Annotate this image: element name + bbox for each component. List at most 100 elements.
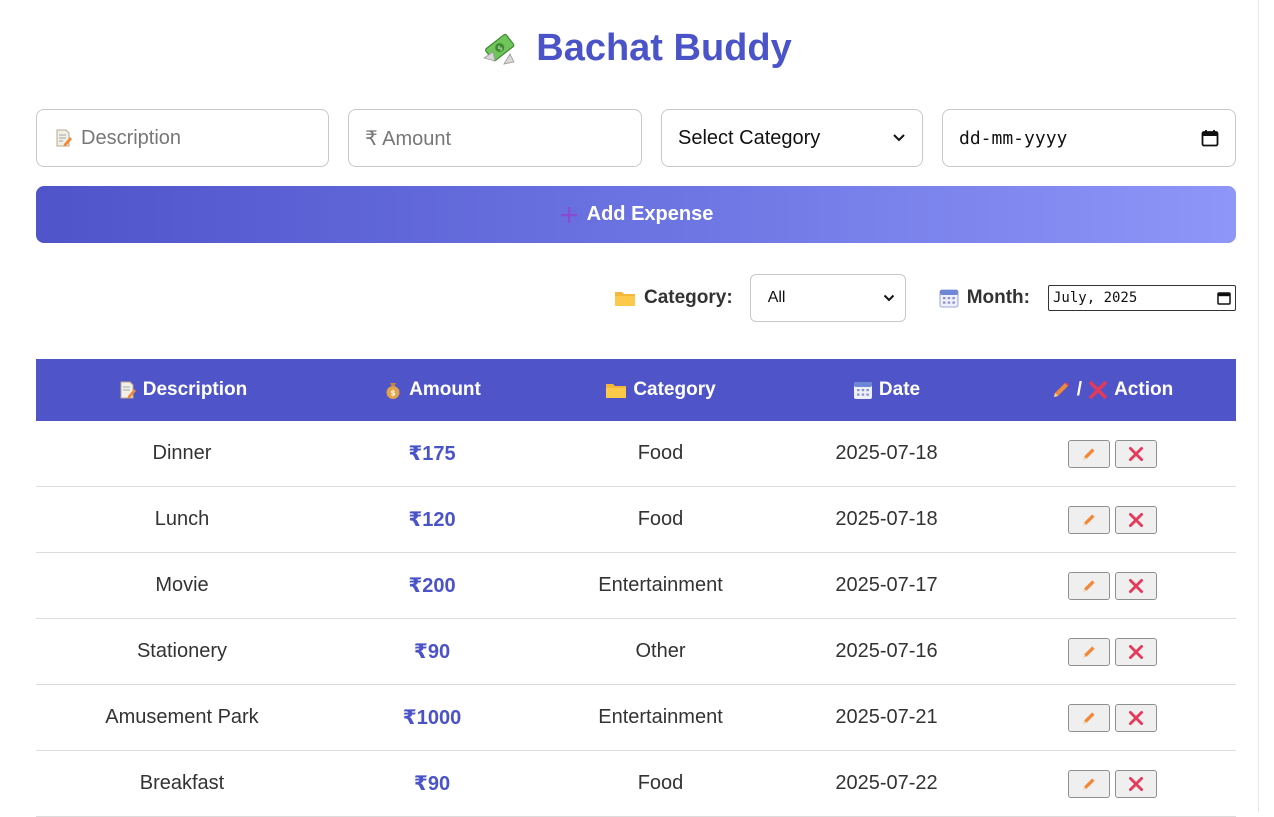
plus-icon bbox=[559, 205, 579, 225]
cell-category: Entertainment bbox=[598, 574, 723, 596]
cell-category: Food bbox=[637, 508, 684, 530]
amount-input[interactable]: ₹ Amount bbox=[348, 109, 642, 167]
table-body: Dinner ₹175 Food 2025-07-18 Lunch ₹120 F… bbox=[36, 421, 1236, 817]
table-row: Breakfast ₹90 Food 2025-07-22 bbox=[36, 751, 1236, 817]
cell-amount: ₹90 bbox=[413, 641, 451, 663]
cross-mark-icon bbox=[1128, 644, 1144, 660]
table-row: Amusement Park ₹1000 Entertainment 2025-… bbox=[36, 685, 1236, 751]
cross-mark-icon bbox=[1128, 710, 1144, 726]
pencil-icon bbox=[1081, 578, 1097, 594]
header-date: Date bbox=[785, 379, 988, 401]
chevron-down-icon bbox=[883, 294, 895, 302]
cell-amount: ₹1000 bbox=[402, 707, 462, 729]
cell-actions bbox=[988, 571, 1236, 600]
delete-button[interactable] bbox=[1114, 769, 1157, 798]
cell-category: Entertainment bbox=[598, 706, 723, 728]
expense-table: Description $ Amount Category Date / Act… bbox=[36, 359, 1236, 817]
cell-amount: ₹200 bbox=[408, 575, 456, 597]
header-amount: $ Amount bbox=[328, 379, 536, 401]
delete-button[interactable] bbox=[1114, 505, 1157, 534]
pencil-icon bbox=[1081, 776, 1097, 792]
cell-amount: ₹90 bbox=[413, 773, 451, 795]
cell-actions bbox=[988, 637, 1236, 666]
table-row: Stationery ₹90 Other 2025-07-16 bbox=[36, 619, 1236, 685]
cell-actions bbox=[988, 703, 1236, 732]
memo-icon bbox=[53, 128, 73, 148]
delete-button[interactable] bbox=[1114, 439, 1157, 468]
header-action: / Action bbox=[988, 379, 1236, 401]
cell-date: 2025-07-17 bbox=[835, 574, 938, 596]
cross-mark-icon bbox=[1128, 776, 1144, 792]
calendar-picker-icon[interactable] bbox=[1201, 129, 1219, 147]
cell-actions bbox=[988, 439, 1236, 468]
calendar-picker-icon[interactable] bbox=[1217, 291, 1231, 305]
pencil-icon bbox=[1081, 710, 1097, 726]
table-row: Lunch ₹120 Food 2025-07-18 bbox=[36, 487, 1236, 553]
folder-icon bbox=[614, 289, 636, 307]
chevron-down-icon bbox=[892, 133, 906, 143]
table-row: Dinner ₹175 Food 2025-07-18 bbox=[36, 421, 1236, 487]
cell-description: Amusement Park bbox=[105, 706, 259, 728]
delete-button[interactable] bbox=[1114, 571, 1157, 600]
edit-button[interactable] bbox=[1067, 769, 1110, 798]
edit-button[interactable] bbox=[1067, 505, 1110, 534]
money-with-wings-icon: $ bbox=[480, 28, 520, 68]
filter-bar: Category: All Month: July, 2025 bbox=[36, 274, 1236, 322]
header-description: Description bbox=[36, 379, 328, 401]
category-select-value: Select Category bbox=[678, 126, 821, 149]
description-input[interactable]: Description bbox=[36, 109, 329, 167]
svg-text:$: $ bbox=[390, 389, 396, 398]
cell-date: 2025-07-18 bbox=[835, 442, 938, 464]
table-row: Movie ₹200 Entertainment 2025-07-17 bbox=[36, 553, 1236, 619]
cell-description: Lunch bbox=[154, 508, 210, 530]
header-category: Category bbox=[536, 379, 785, 401]
delete-button[interactable] bbox=[1114, 703, 1157, 732]
scrollbar[interactable] bbox=[1258, 0, 1274, 812]
cell-date: 2025-07-21 bbox=[835, 706, 938, 728]
cell-actions bbox=[988, 505, 1236, 534]
calendar-icon bbox=[853, 380, 873, 400]
cell-description: Stationery bbox=[136, 640, 228, 662]
app-title: Bachat Buddy bbox=[536, 26, 792, 69]
money-bag-icon: $ bbox=[383, 380, 403, 400]
cell-description: Dinner bbox=[152, 442, 212, 464]
cell-amount: ₹120 bbox=[408, 509, 456, 531]
amount-placeholder: ₹ Amount bbox=[365, 127, 452, 150]
folder-icon bbox=[605, 381, 627, 399]
page-header: $ Bachat Buddy bbox=[36, 0, 1236, 96]
cell-date: 2025-07-16 bbox=[835, 640, 938, 662]
date-input[interactable]: dd-mm-yyyy bbox=[942, 109, 1236, 167]
expense-form: Description ₹ Amount Select Category dd-… bbox=[36, 109, 1236, 167]
edit-button[interactable] bbox=[1067, 439, 1110, 468]
cell-category: Food bbox=[637, 772, 684, 794]
app-container: $ Bachat Buddy Description ₹ Amount Sele… bbox=[36, 0, 1236, 817]
month-filter-label: Month: bbox=[939, 287, 1030, 309]
cell-actions bbox=[988, 769, 1236, 798]
cell-amount: ₹175 bbox=[408, 443, 456, 465]
month-filter-value: July, 2025 bbox=[1053, 290, 1138, 306]
cross-mark-icon bbox=[1128, 578, 1144, 594]
delete-button[interactable] bbox=[1114, 637, 1157, 666]
pencil-icon bbox=[1051, 380, 1071, 400]
pencil-icon bbox=[1081, 644, 1097, 660]
add-expense-button[interactable]: Add Expense bbox=[36, 186, 1236, 243]
description-placeholder: Description bbox=[81, 126, 182, 149]
cross-mark-icon bbox=[1128, 446, 1144, 462]
category-filter-select[interactable]: All bbox=[749, 274, 906, 322]
cell-category: Other bbox=[635, 640, 686, 662]
edit-button[interactable] bbox=[1067, 703, 1110, 732]
memo-icon bbox=[117, 380, 137, 400]
category-filter-value: All bbox=[767, 289, 786, 306]
edit-button[interactable] bbox=[1067, 571, 1110, 600]
edit-button[interactable] bbox=[1067, 637, 1110, 666]
cross-mark-icon bbox=[1088, 380, 1108, 400]
pencil-icon bbox=[1081, 512, 1097, 528]
cell-date: 2025-07-22 bbox=[835, 772, 938, 794]
table-header: Description $ Amount Category Date / Act… bbox=[36, 359, 1236, 421]
month-filter-input[interactable]: July, 2025 bbox=[1048, 285, 1236, 311]
pencil-icon bbox=[1081, 446, 1097, 462]
category-select[interactable]: Select Category bbox=[661, 109, 923, 167]
cross-mark-icon bbox=[1128, 512, 1144, 528]
date-placeholder: dd-mm-yyyy bbox=[959, 127, 1068, 149]
cell-category: Food bbox=[637, 442, 684, 464]
